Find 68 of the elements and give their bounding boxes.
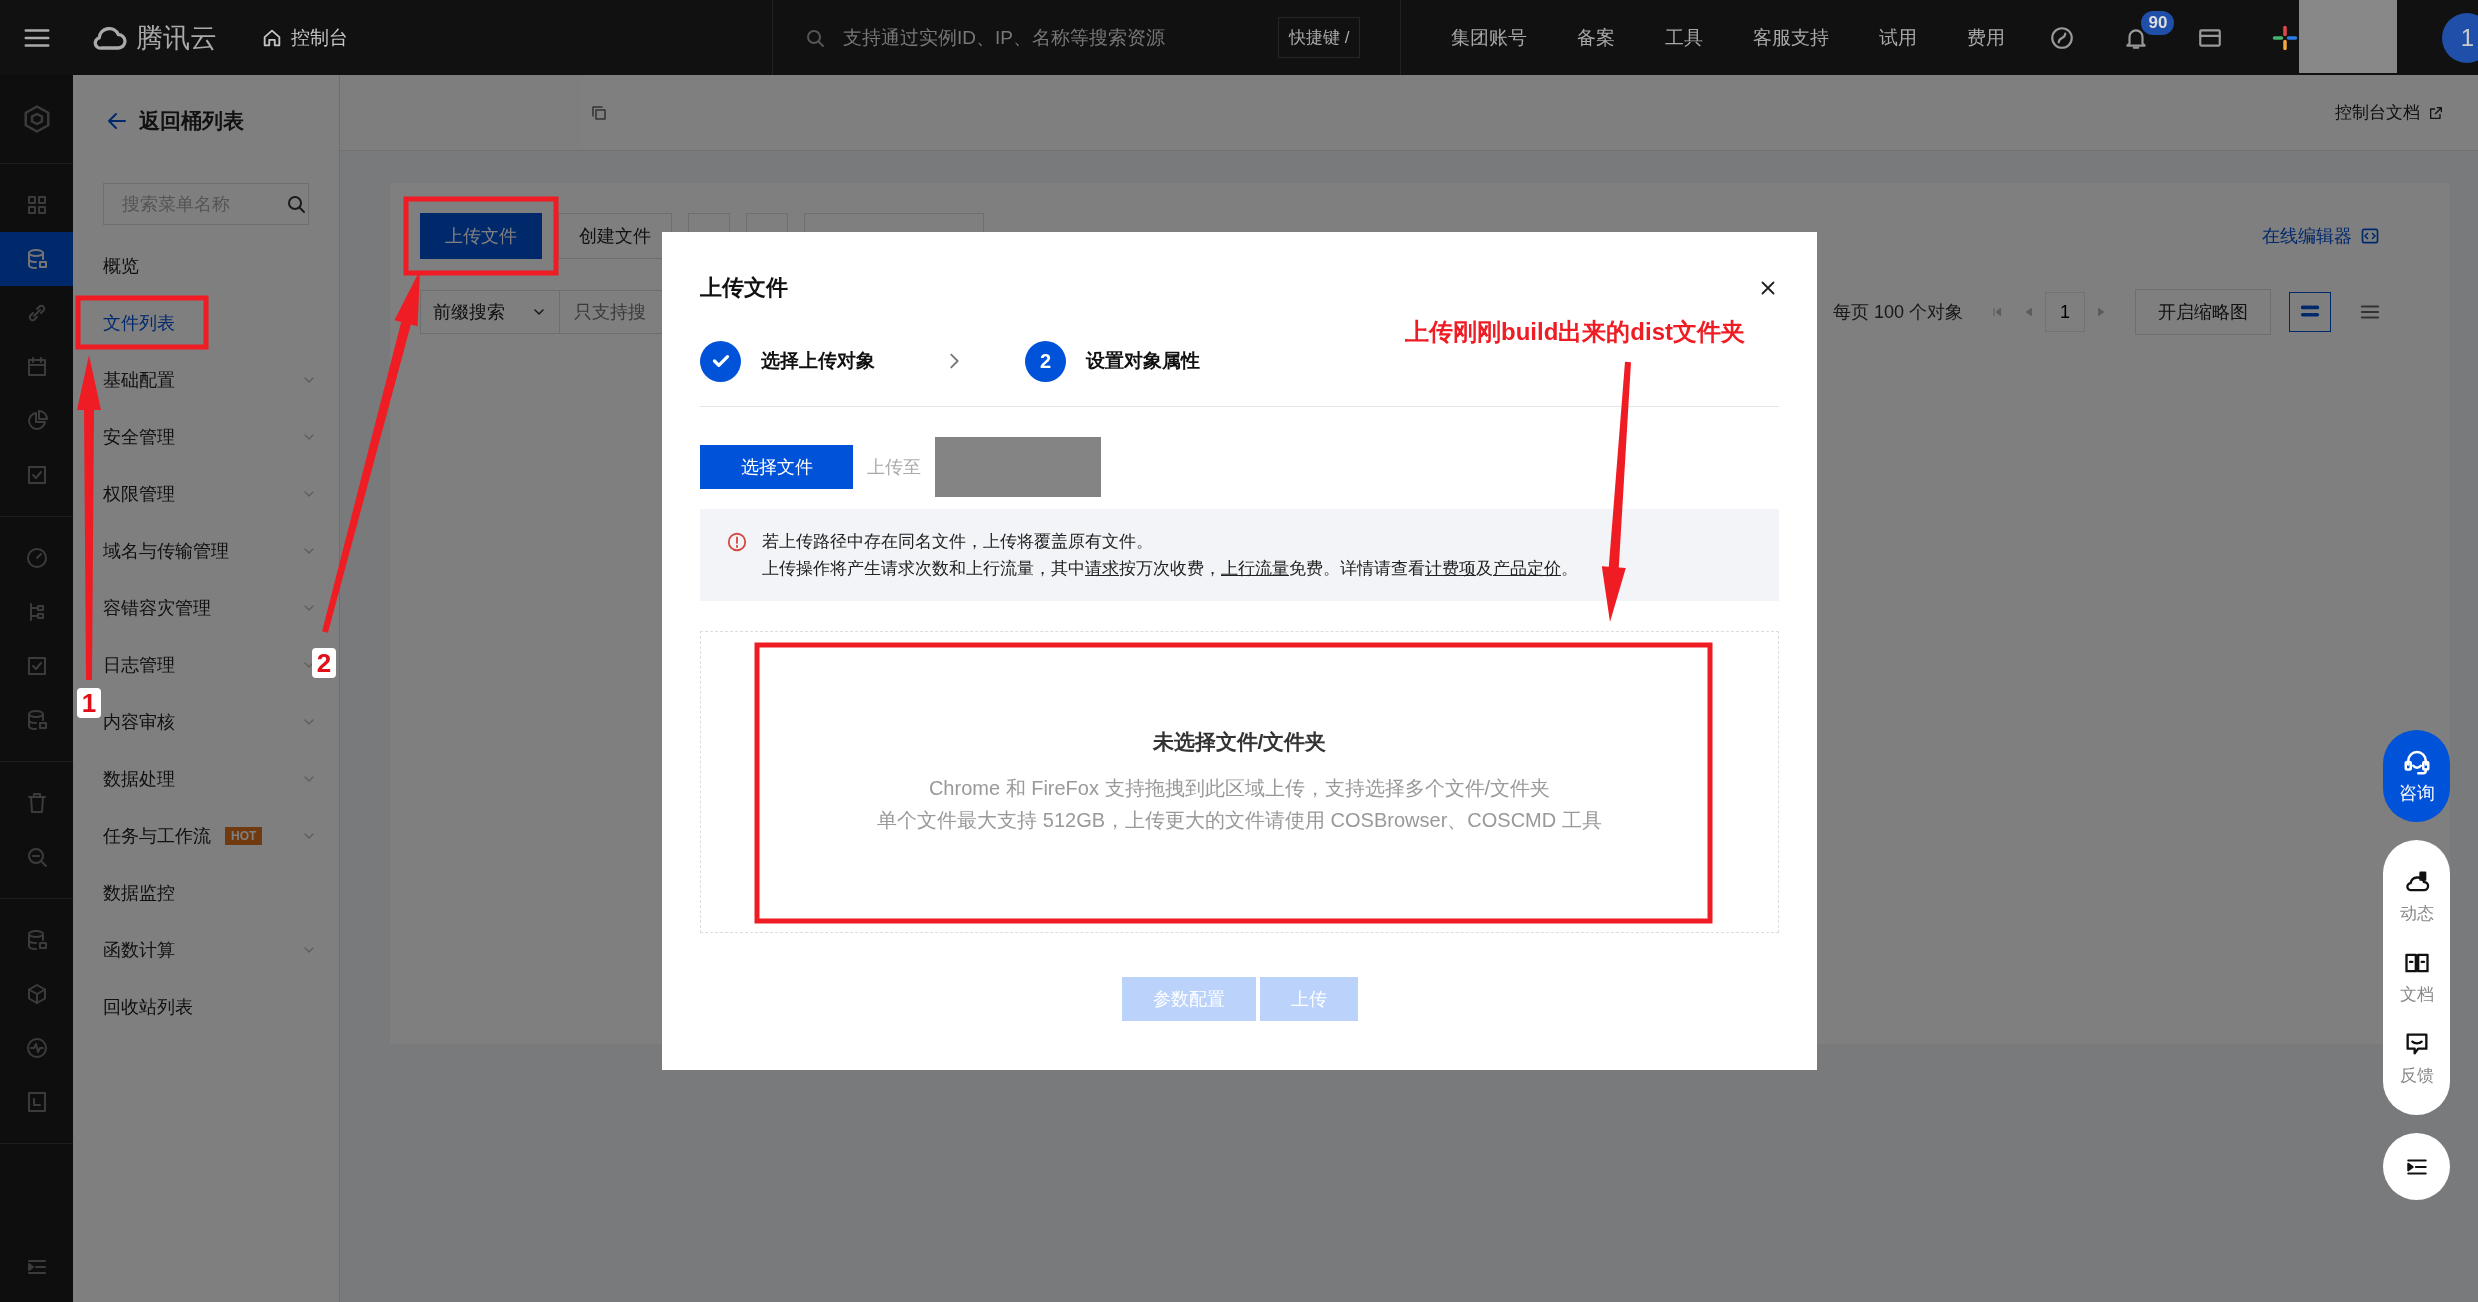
page-input[interactable]: 1 bbox=[2045, 292, 2085, 332]
menu-item[interactable]: 数据处理 bbox=[103, 766, 175, 791]
editor-link[interactable]: 在线编辑器 bbox=[2262, 224, 2380, 248]
notification-badge: 90 bbox=[2141, 10, 2175, 35]
sparkle-icon[interactable] bbox=[2271, 23, 2300, 52]
toolbar-button[interactable]: 创建文件 bbox=[558, 213, 672, 259]
text-link[interactable]: 请求 bbox=[1085, 559, 1119, 578]
menu-item[interactable]: 任务与工作流 bbox=[103, 823, 211, 848]
console-link[interactable]: 控制台 bbox=[261, 24, 348, 51]
menu-item[interactable]: 容错容灾管理 bbox=[103, 595, 211, 620]
copy-icon[interactable] bbox=[590, 103, 608, 122]
menu-item[interactable]: 函数计算 bbox=[103, 937, 175, 962]
text-link[interactable]: 计费项 bbox=[1425, 559, 1476, 578]
gauge-icon[interactable] bbox=[24, 546, 49, 570]
menu-item[interactable]: 权限管理 bbox=[103, 481, 175, 506]
warning-icon bbox=[726, 531, 748, 553]
menu-item[interactable]: 回收站列表 bbox=[103, 994, 193, 1019]
side-tool-button[interactable]: 反馈 bbox=[2383, 1018, 2450, 1099]
hot-badge: HOT bbox=[225, 826, 263, 845]
avatar[interactable]: 1 bbox=[2442, 12, 2478, 63]
menu-item[interactable]: 内容审核 bbox=[103, 709, 175, 734]
step-number: 2 bbox=[1025, 340, 1066, 382]
toolbar-button[interactable]: 上传文件 bbox=[420, 213, 542, 259]
menu-item[interactable]: 概览 bbox=[103, 253, 139, 278]
text-link[interactable]: 产品定价 bbox=[1493, 559, 1561, 578]
nav-link[interactable]: 费用 bbox=[1967, 24, 2006, 51]
drop-zone[interactable]: 未选择文件/文件夹 Chrome 和 FireFox 支持拖拽到此区域上传，支持选择多个文件/文件夹 单个文件最大支持 512GB，上传更大的文件请使用 COSBrowser、COSCMD 工具 bbox=[700, 631, 1779, 933]
nav-link[interactable]: 集团账号 bbox=[1451, 24, 1528, 51]
nav-link[interactable]: 备案 bbox=[1577, 24, 1616, 51]
swirl-icon[interactable] bbox=[2049, 24, 2076, 51]
side-tool-button[interactable]: 动态 bbox=[2383, 856, 2450, 937]
drop-zone-hint: 单个文件最大支持 512GB，上传更大的文件请使用 COSBrowser、COSCMD 工具 bbox=[877, 808, 1602, 833]
text-link[interactable]: 上行流量 bbox=[1221, 559, 1289, 578]
dialog-title: 上传文件 bbox=[700, 274, 788, 302]
grid-view-button[interactable] bbox=[2289, 292, 2331, 332]
docs-link[interactable]: 控制台文档 bbox=[2335, 101, 2444, 124]
step-marker: 1 bbox=[77, 688, 101, 718]
side-tool-button[interactable]: 文档 bbox=[2383, 937, 2450, 1018]
search-field[interactable]: 支持通过实例ID、IP、名称等搜索资源 bbox=[772, 0, 1278, 75]
step-label: 选择上传对象 bbox=[761, 349, 875, 373]
step-marker: 2 bbox=[312, 648, 336, 678]
drop-zone-title: 未选择文件/文件夹 bbox=[1152, 729, 1327, 755]
menu-item[interactable]: 日志管理 bbox=[103, 652, 175, 677]
drop-zone-hint: Chrome 和 FireFox 支持拖拽到此区域上传，支持选择多个文件/文件夹 bbox=[928, 776, 1551, 801]
menu-item[interactable]: 域名与传输管理 bbox=[103, 538, 229, 563]
notice-text: 若上传路径中存在同名文件，上传将覆盖原有文件。 bbox=[762, 531, 1154, 553]
pulse-icon[interactable] bbox=[24, 1036, 49, 1060]
notice-text: 上传操作将产生请求次数和上行流量，其中请求按万次收费，上行流量免费。详情请查看计费项及产品定价。 bbox=[762, 558, 1578, 580]
select-file-button[interactable]: 选择文件 bbox=[700, 445, 853, 489]
menu-item[interactable]: 基础配置 bbox=[103, 367, 175, 392]
code-icon bbox=[2360, 226, 2380, 246]
page-size-label: 每页 100 个对象 bbox=[1832, 301, 1963, 324]
search-input[interactable]: 支持通过实例ID、IP、名称等搜索资源 bbox=[841, 25, 1245, 50]
search-type-dropdown[interactable]: 前缀搜索 bbox=[420, 290, 560, 334]
menu-item[interactable]: 数据监控 bbox=[103, 880, 175, 905]
menu-item[interactable]: 文件列表 bbox=[103, 310, 175, 335]
step-label: 设置对象属性 bbox=[1086, 349, 1200, 373]
nav-link[interactable]: 工具 bbox=[1665, 24, 1704, 51]
upload-to-label: 上传至 bbox=[867, 456, 921, 479]
thumbnail-button[interactable]: 开启缩略图 bbox=[2135, 289, 2271, 335]
nav-link[interactable]: 客服支持 bbox=[1753, 24, 1830, 51]
external-link-icon bbox=[2428, 104, 2444, 121]
menu-item[interactable]: 安全管理 bbox=[103, 424, 175, 449]
brand-name: 腾讯云 bbox=[136, 21, 217, 55]
back-link[interactable]: 返回桶列表 bbox=[73, 75, 339, 139]
shortcut-hint[interactable]: 快捷键 / bbox=[1278, 17, 1361, 58]
nav-link[interactable]: 试用 bbox=[1879, 24, 1918, 51]
annotation-text: 上传刚刚build出来的dist文件夹 bbox=[1405, 318, 1745, 345]
